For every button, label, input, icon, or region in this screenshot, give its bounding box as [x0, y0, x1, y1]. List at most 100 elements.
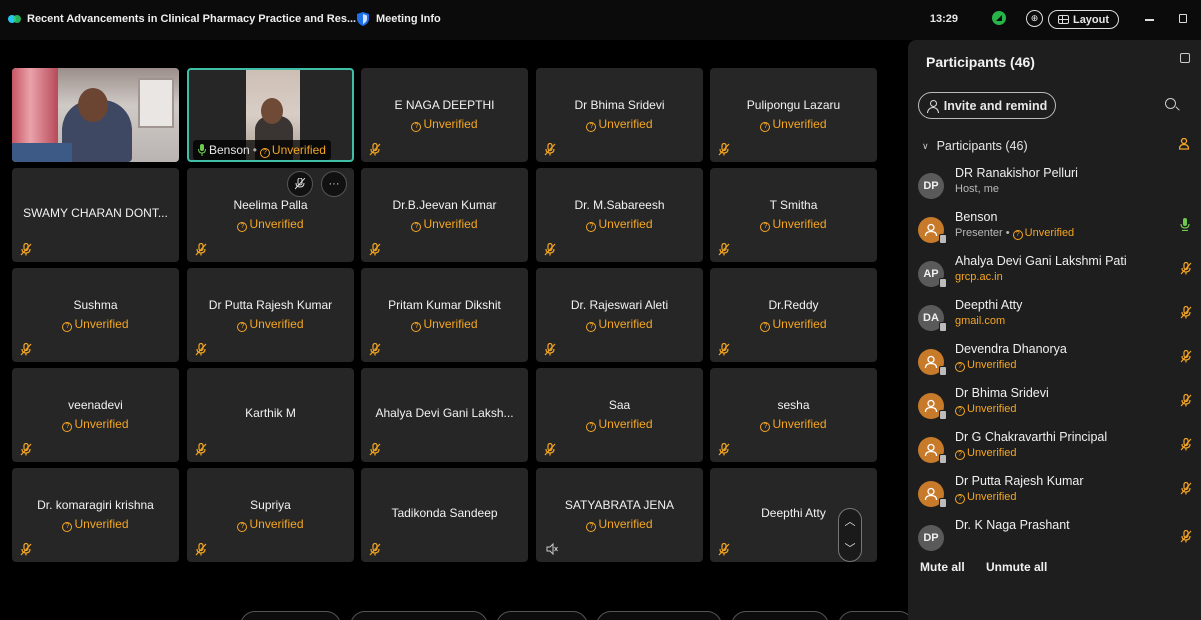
- mic-muted-icon[interactable]: [1180, 529, 1192, 543]
- mic-muted-icon: [369, 342, 381, 356]
- participant-list-item[interactable]: Dr Putta Rajesh Kumar ? Unverified: [908, 474, 1201, 518]
- mic-muted-icon[interactable]: [1180, 261, 1192, 275]
- participant-list-item[interactable]: DA Deepthi Atty gmail.com: [908, 298, 1201, 342]
- participant-tile[interactable]: Pritam Kumar Dikshit ? Unverified: [361, 268, 528, 362]
- mute-participant-icon[interactable]: [287, 171, 313, 197]
- participant-tile-name: Dr Putta Rajesh Kumar: [208, 298, 333, 312]
- participant-tile-name: SWAMY CHARAN DONT...: [23, 206, 168, 220]
- participant-tile[interactable]: Dr.Reddy ? Unverified: [710, 268, 877, 362]
- video-person-head: [261, 98, 283, 124]
- meeting-info-button[interactable]: Meeting Info: [357, 12, 441, 26]
- participant-list-item[interactable]: Devendra Dhanorya ? Unverified: [908, 342, 1201, 386]
- participant-tile[interactable]: Tadikonda Sandeep: [361, 468, 528, 562]
- mute-all-button[interactable]: Mute all: [920, 560, 965, 574]
- question-icon: ?: [237, 222, 248, 232]
- mic-on-icon[interactable]: [1180, 218, 1190, 232]
- participant-tile-status: ? Unverified: [12, 317, 179, 332]
- layout-button[interactable]: Layout: [1048, 10, 1119, 29]
- participant-tile[interactable]: E NAGA DEEPTHI ? Unverified: [361, 68, 528, 162]
- participant-list-item[interactable]: DP DR Ranakishor Pelluri Host, me: [908, 166, 1201, 210]
- question-icon: ?: [1012, 230, 1023, 240]
- speaker-off-icon: [546, 542, 558, 558]
- mic-muted-icon: [195, 542, 207, 556]
- participants-group-header[interactable]: ∨ Participants (46): [922, 139, 1028, 153]
- control-bar-button[interactable]: [838, 611, 914, 620]
- mic-muted-icon: [718, 342, 730, 356]
- mic-muted-icon[interactable]: [1180, 349, 1192, 363]
- mic-muted-icon: [20, 242, 32, 256]
- participant-tile[interactable]: Dr.B.Jeevan Kumar ? Unverified: [361, 168, 528, 262]
- title-bar: Recent Advancements in Clinical Pharmacy…: [0, 0, 1201, 40]
- question-icon: ?: [586, 222, 597, 232]
- mic-muted-icon[interactable]: [1180, 393, 1192, 407]
- participant-tile[interactable]: Karthik M: [187, 368, 354, 462]
- device-badge-icon: [939, 366, 947, 376]
- mic-muted-icon[interactable]: [1180, 305, 1192, 319]
- presenter-name: Benson: [209, 143, 250, 157]
- participant-tile-name: Dr.B.Jeevan Kumar: [392, 198, 497, 212]
- participant-list-item[interactable]: Dr Bhima Sridevi ? Unverified: [908, 386, 1201, 430]
- control-bar-button[interactable]: [596, 611, 722, 620]
- participant-tile[interactable]: Dr. M.Sabareesh ? Unverified: [536, 168, 703, 262]
- question-icon: ?: [586, 122, 597, 132]
- participant-tile[interactable]: SATYABRATA JENA ? Unverified: [536, 468, 703, 562]
- mic-muted-icon: [544, 342, 556, 356]
- participant-tile[interactable]: Dr. komaragiri krishna ? Unverified: [12, 468, 179, 562]
- mic-muted-icon: [544, 242, 556, 256]
- mic-muted-icon[interactable]: [1180, 437, 1192, 451]
- participant-tile[interactable]: Supriya ? Unverified: [187, 468, 354, 562]
- grid-scroll-control[interactable]: ︿ ﹀: [838, 508, 862, 562]
- participant-tile-name: Karthik M: [245, 406, 296, 420]
- participant-tile-name: Dr. Rajeswari Aleti: [570, 298, 669, 312]
- participant-tile-name: Pritam Kumar Dikshit: [388, 298, 501, 312]
- control-bar-button[interactable]: [240, 611, 341, 620]
- participant-tile[interactable]: Dr. Rajeswari Aleti ? Unverified: [536, 268, 703, 362]
- more-options-icon[interactable]: ···: [321, 171, 347, 197]
- guest-avatar-icon: [918, 437, 947, 464]
- popout-icon[interactable]: [1180, 53, 1190, 63]
- participant-tile[interactable]: Sushma ? Unverified: [12, 268, 179, 362]
- participant-tile[interactable]: SWAMY CHARAN DONT...: [12, 168, 179, 262]
- participant-name: Ahalya Devi Gani Lakshmi Pati: [955, 254, 1127, 268]
- mic-muted-icon: [369, 442, 381, 456]
- control-bar-button[interactable]: [731, 611, 829, 620]
- search-icon[interactable]: [1165, 98, 1176, 109]
- unmute-all-button[interactable]: Unmute all: [986, 560, 1047, 574]
- participant-tile[interactable]: Dr Bhima Sridevi ? Unverified: [536, 68, 703, 162]
- control-bar-button[interactable]: [496, 611, 588, 620]
- participant-subtitle: ? Unverified: [955, 447, 1017, 460]
- mic-muted-icon[interactable]: [1180, 481, 1192, 495]
- participant-name: Dr. K Naga Prashant: [955, 518, 1070, 532]
- participant-tile[interactable]: sesha ? Unverified: [710, 368, 877, 462]
- video-tile-presenter[interactable]: Benson • ? Unverified: [187, 68, 354, 162]
- chevron-up-icon[interactable]: ︿: [839, 509, 861, 536]
- participant-tile-status: ? Unverified: [536, 217, 703, 232]
- group-label: Participants (46): [936, 139, 1028, 153]
- network-health-icon[interactable]: [992, 11, 1006, 25]
- minimize-icon[interactable]: [1145, 19, 1154, 21]
- invite-and-remind-button[interactable]: Invite and remind: [918, 92, 1056, 119]
- participant-tile[interactable]: Dr Putta Rajesh Kumar ? Unverified: [187, 268, 354, 362]
- chevron-down-icon[interactable]: ﹀: [839, 536, 861, 563]
- participant-list-item[interactable]: AP Ahalya Devi Gani Lakshmi Pati grcp.ac.i…: [908, 254, 1201, 298]
- device-badge-icon: [939, 454, 947, 464]
- meeting-title: Recent Advancements in Clinical Pharmacy…: [27, 13, 357, 25]
- control-bar-button[interactable]: [350, 611, 488, 620]
- participant-list-item[interactable]: Benson Presenter • ? Unverified: [908, 210, 1201, 254]
- participant-tile[interactable]: Saa ? Unverified: [536, 368, 703, 462]
- mic-muted-icon: [20, 342, 32, 356]
- participant-tile[interactable]: veenadevi ? Unverified: [12, 368, 179, 462]
- participant-tile-name: SATYABRATA JENA: [564, 498, 675, 512]
- participant-tile[interactable]: Pulipongu Lazaru ? Unverified: [710, 68, 877, 162]
- device-badge-icon: [939, 234, 947, 244]
- video-tile-host[interactable]: [12, 68, 179, 162]
- zoom-icon[interactable]: ⊕: [1026, 10, 1043, 27]
- invite-label: Invite and remind: [943, 98, 1048, 113]
- participant-tile[interactable]: Ahalya Devi Gani Laksh...: [361, 368, 528, 462]
- restore-window-icon[interactable]: [1179, 14, 1187, 23]
- question-icon: ?: [62, 522, 73, 532]
- host-controls-icon[interactable]: [1179, 138, 1189, 150]
- participant-tile-status: ? Unverified: [187, 317, 354, 332]
- participant-tile[interactable]: T Smitha ? Unverified: [710, 168, 877, 262]
- participant-list-item[interactable]: Dr G Chakravarthi Principal ? Unverified: [908, 430, 1201, 474]
